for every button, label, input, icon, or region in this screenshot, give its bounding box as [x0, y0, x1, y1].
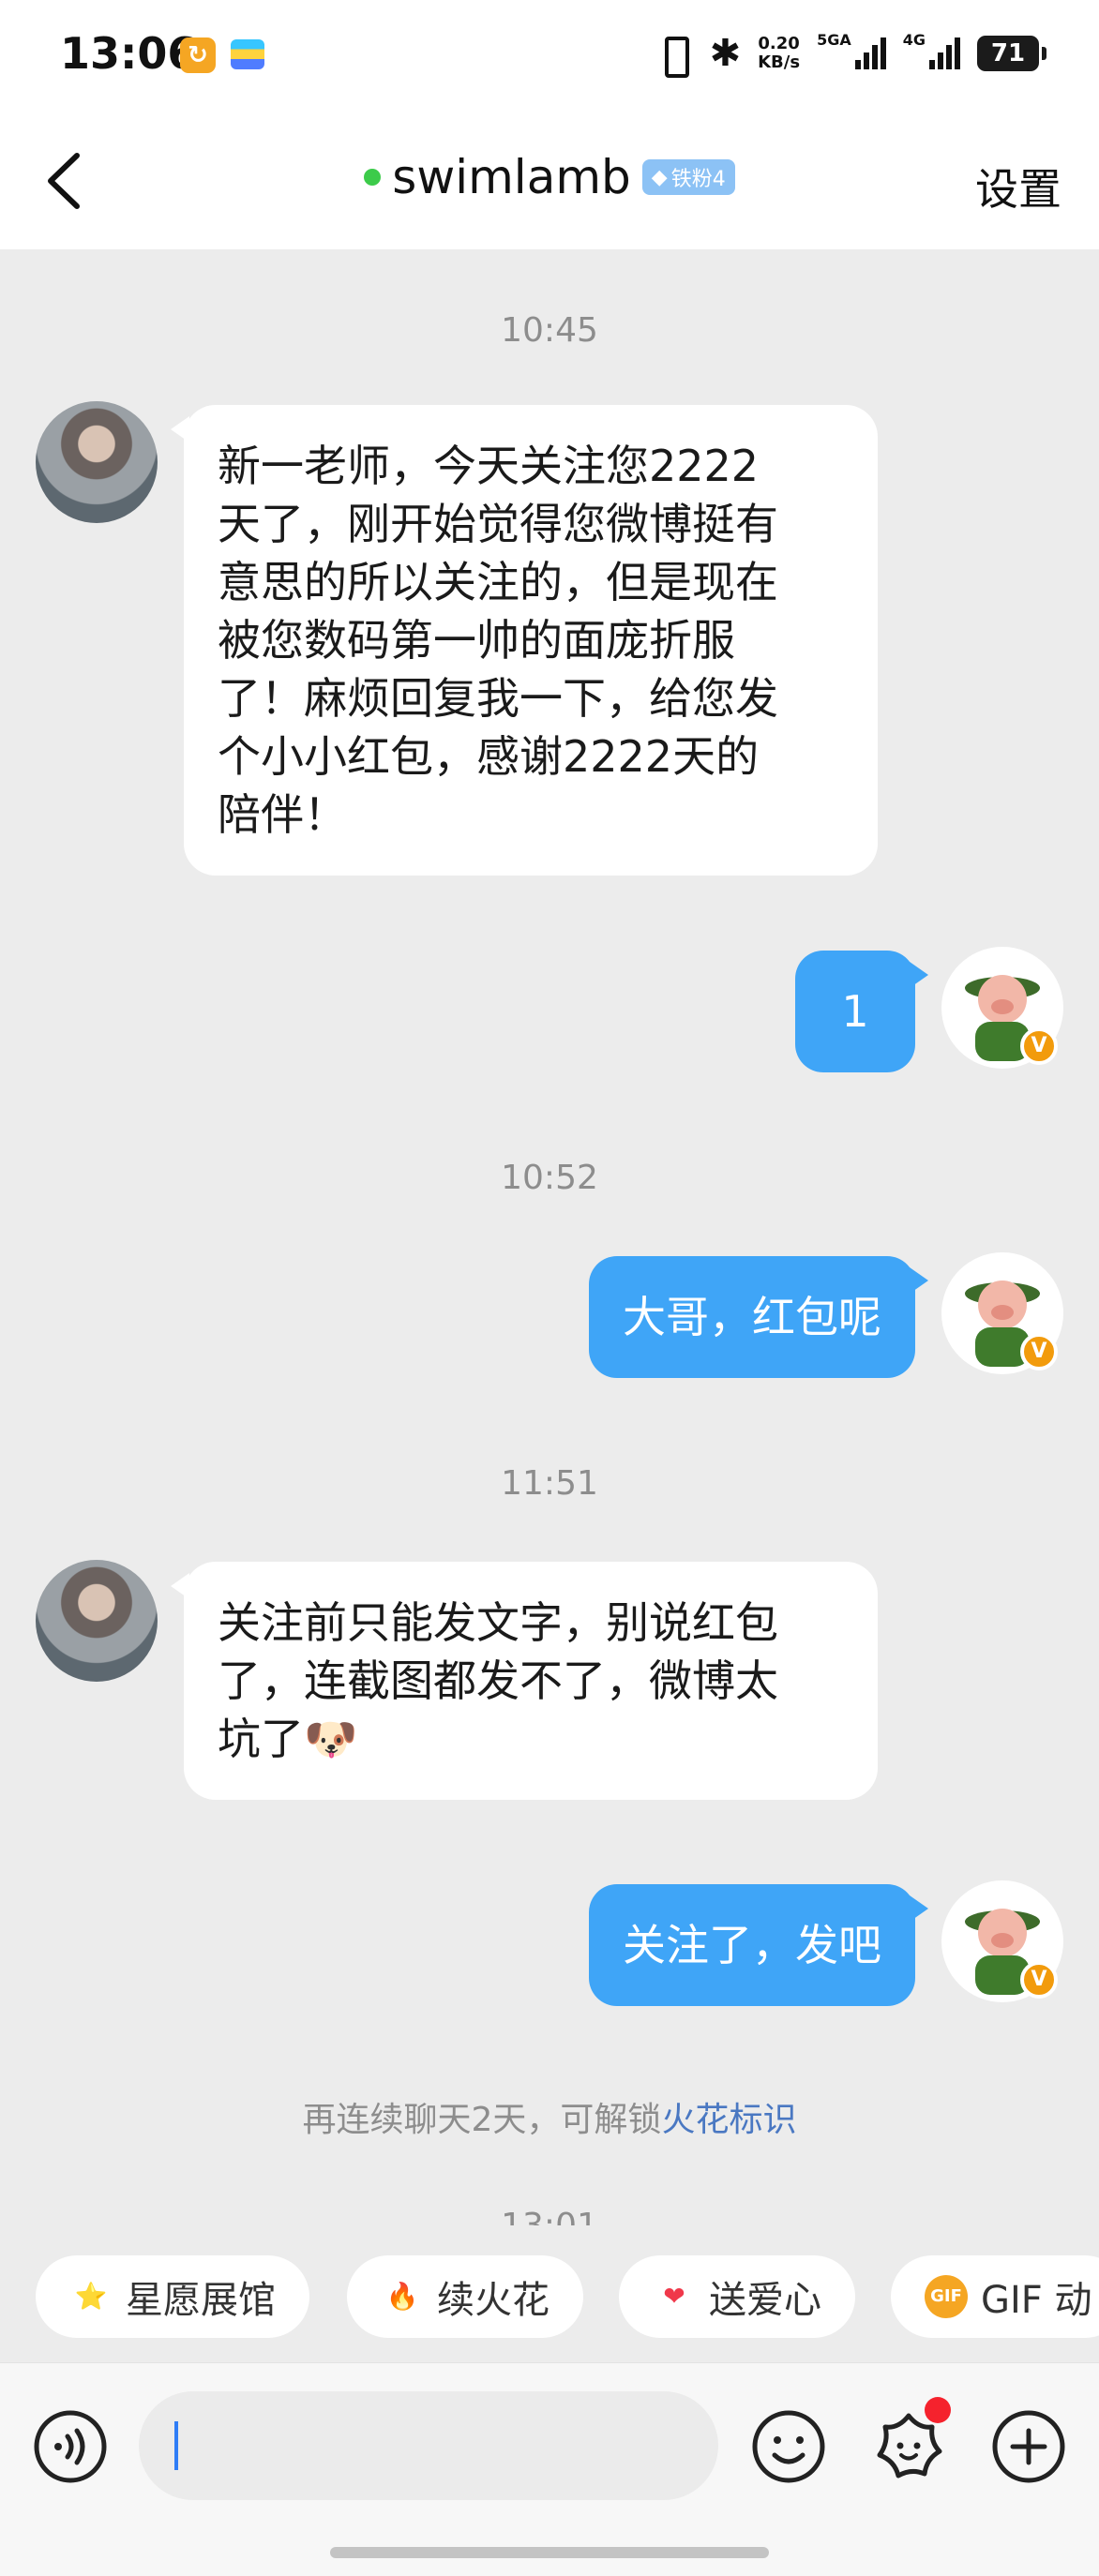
- voice-button[interactable]: [32, 2408, 109, 2485]
- spark-badge-link[interactable]: 火花标识: [661, 2101, 796, 2139]
- text-caret: [174, 2421, 178, 2470]
- timestamp: 10:45: [501, 311, 598, 350]
- input-bar: [0, 2362, 1099, 2576]
- status-bar: 13:06 ↻ ✱ 0.20 KB/s 5GA 4G 71: [0, 0, 1099, 112]
- outgoing-message[interactable]: 大哥，红包呢: [589, 1256, 928, 1378]
- spark-unlock-tip: 再连续聊天2天，可解锁火花标识: [302, 2101, 797, 2139]
- timestamp: 13:01: [0, 2207, 1099, 2225]
- bluetooth-icon: ✱: [709, 32, 742, 75]
- chat-header: swimlamb ◆ 铁粉4 设置: [0, 112, 1099, 249]
- online-status-dot: [364, 169, 382, 186]
- status-time: 13:06: [60, 28, 198, 79]
- emoji-button[interactable]: [750, 2408, 827, 2485]
- gif-icon: GIF: [925, 2275, 968, 2318]
- signal-4g-icon: 4G: [903, 31, 960, 69]
- chat-title: swimlamb: [392, 150, 631, 204]
- verified-badge-icon: V: [1020, 1027, 1058, 1065]
- fan-level-badge: ◆ 铁粉4: [641, 159, 735, 195]
- smile-icon: [752, 2410, 825, 2483]
- chip-star-gallery[interactable]: ⭐ 星愿展馆: [36, 2255, 309, 2338]
- notification-app-icon: ↻: [180, 37, 216, 73]
- voice-icon: [34, 2410, 107, 2483]
- notification-wallet-icon: [231, 39, 264, 69]
- chip-send-love[interactable]: ❤ 送爱心: [619, 2255, 855, 2338]
- more-button[interactable]: [990, 2408, 1067, 2485]
- verified-badge-icon: V: [1020, 1961, 1058, 1999]
- vibrate-icon: [654, 33, 693, 78]
- status-indicators: ✱ 0.20 KB/s 5GA 4G 71: [654, 31, 1046, 78]
- timestamp: 10:52: [501, 1159, 598, 1197]
- incoming-message[interactable]: 新一老师，今天关注您2222 天了，刚开始觉得您微博挺有 意思的所以关注的，但是…: [171, 405, 878, 876]
- home-indicator[interactable]: [330, 2547, 769, 2558]
- notification-dot: [925, 2397, 951, 2423]
- quick-actions: ⭐ 星愿展馆 🔥 续火花 ❤ 送爱心 GIF GIF 动: [0, 2225, 1099, 2362]
- star-icon: ⭐: [74, 2281, 108, 2312]
- verified-badge-icon: V: [1020, 1333, 1058, 1370]
- outgoing-message[interactable]: 1: [795, 951, 928, 1072]
- battery-icon: 71: [977, 36, 1046, 71]
- settings-button[interactable]: 设置: [975, 156, 1061, 217]
- fire-icon: 🔥: [385, 2281, 419, 2312]
- message-input[interactable]: [139, 2391, 718, 2500]
- chip-gif[interactable]: GIF GIF 动: [891, 2255, 1099, 2338]
- signal-5ga-icon: 5GA: [817, 31, 886, 69]
- contact-avatar[interactable]: [36, 1560, 158, 1682]
- incoming-message[interactable]: 关注前只能发文字，别说红包 了，连截图都发不了，微博太 坑了🐶: [171, 1562, 878, 1800]
- network-rate: 0.20 KB/s: [758, 34, 801, 72]
- diamond-icon: ◆: [651, 165, 668, 189]
- plus-icon: [992, 2410, 1065, 2483]
- outgoing-message[interactable]: 关注了，发吧: [589, 1884, 928, 2006]
- timestamp: 11:51: [501, 1464, 598, 1503]
- contact-avatar[interactable]: [36, 401, 158, 523]
- message-list[interactable]: 10:45 新一老师，今天关注您2222 天了，刚开始觉得您微博挺有 意思的所以…: [0, 249, 1099, 2225]
- chip-continue-spark[interactable]: 🔥 续火花: [347, 2255, 583, 2338]
- chat-title-group[interactable]: swimlamb ◆ 铁粉4: [0, 150, 1099, 204]
- heart-icon: ❤: [663, 2281, 685, 2312]
